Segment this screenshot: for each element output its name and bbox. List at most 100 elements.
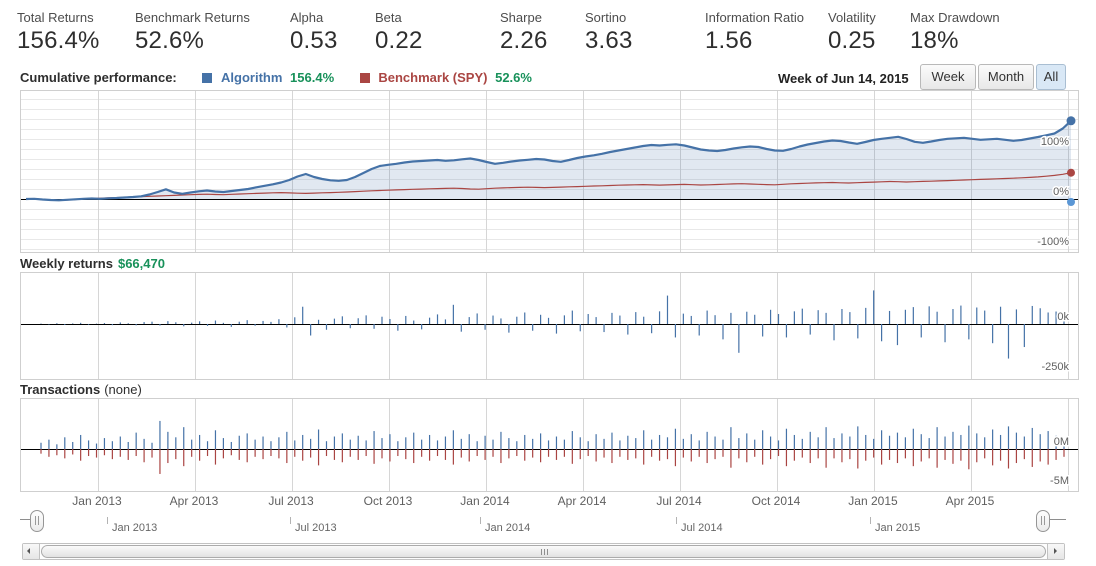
x-axis-label: Oct 2014 [752,494,801,508]
range-button-all[interactable]: All [1036,64,1066,90]
transactions-plot[interactable]: 0M -5M [21,399,1078,491]
stat-value: 0.22 [375,27,423,55]
thumb-grip-icon [544,549,545,555]
stat-label: Benchmark Returns [135,10,250,25]
navigator-label: Jul 2014 [681,522,723,534]
stat-value: 2.26 [500,27,548,55]
navigator-tick [480,517,481,524]
weekly-returns-label: Weekly returns [20,256,113,271]
stat-value: 18% [910,27,1000,55]
stat-label: Sharpe [500,10,548,25]
x-axis-label: Oct 2013 [364,494,413,508]
bars [41,449,1064,474]
navigator-outline-right [1050,519,1066,520]
range-button-month[interactable]: Month [978,64,1034,90]
horizontal-scrollbar[interactable] [22,543,1065,560]
navigator-left-handle[interactable] [30,510,44,532]
weekly-returns-value: $66,470 [118,256,165,271]
stat-total-returns: Total Returns 156.4% [17,10,100,55]
stat-label: Information Ratio [705,10,804,25]
performance-title: Cumulative performance: [20,70,177,85]
stat-beta: Beta 0.22 [375,10,423,55]
stat-value: 1.56 [705,27,804,55]
stat-value: 0.53 [290,27,338,55]
scrollbar-thumb[interactable] [41,545,1046,558]
navigator-label: Jul 2013 [295,522,337,534]
stat-information-ratio: Information Ratio 1.56 [705,10,804,55]
algorithm-swatch-icon [202,73,212,83]
stat-label: Max Drawdown [910,10,1000,25]
range-navigator[interactable]: Jan 2013 Jul 2013 Jan 2014 Jul 2014 Jan 2015 [20,515,1066,542]
transactions-title: Transactions (none) [20,382,142,397]
cumulative-performance-plot[interactable]: 100% 0% -100% [21,91,1078,252]
navigator-right-handle[interactable] [1036,510,1050,532]
y-axis-label: 0k [1057,311,1069,323]
stat-alpha: Alpha 0.53 [290,10,338,55]
range-button-week[interactable]: Week [920,64,976,90]
x-axis-label: Apr 2014 [558,494,607,508]
legend-algorithm[interactable]: Algorithm 156.4% [202,70,337,85]
navigator-label: Jan 2014 [485,522,530,534]
x-axis-label: Jan 2013 [72,494,121,508]
navigator-tick [290,517,291,524]
x-axis-labels: Jan 2013 Apr 2013 Jul 2013 Oct 2013 Jan 2014… [20,494,1077,510]
navigator-tick [107,517,108,524]
y-axis-label: -250k [1041,361,1069,373]
y-axis-label: 100% [1041,136,1069,148]
stat-volatility: Volatility 0.25 [828,10,876,55]
x-axis-label: Jan 2014 [460,494,509,508]
cumulative-performance-chart[interactable]: 100% 0% -100% [20,90,1079,253]
transactions-chart[interactable]: 0M -5M [20,398,1079,492]
weekly-returns-plot[interactable]: 0k -250k [21,273,1078,379]
x-axis-label: Apr 2015 [946,494,995,508]
selected-week-label: Week of Jun 14, 2015 [778,71,909,86]
bars [41,421,1064,449]
weekly-returns-title: Weekly returns $66,470 [20,256,165,271]
stat-value: 52.6% [135,27,250,55]
x-axis-label: Jul 2014 [656,494,701,508]
scroll-right-button[interactable] [1047,544,1064,559]
navigator-label: Jan 2015 [875,522,920,534]
navigator-label: Jan 2013 [112,522,157,534]
stat-label: Beta [375,10,423,25]
transactions-label: Transactions [20,382,100,397]
x-axis-label: Apr 2013 [170,494,219,508]
x-axis-label: Jul 2013 [268,494,313,508]
benchmark-swatch-icon [360,73,370,83]
performance-header: Cumulative performance: Algorithm 156.4%… [20,70,532,85]
navigator-tick [676,517,677,524]
legend-benchmark[interactable]: Benchmark (SPY) 52.6% [360,70,532,85]
x-axis-label: Jan 2015 [848,494,897,508]
right-arrow-icon [1054,548,1057,554]
benchmark-end-dot[interactable] [1067,169,1075,177]
y-axis-label: 0% [1053,186,1069,198]
stat-label: Alpha [290,10,338,25]
stat-max-drawdown: Max Drawdown 18% [910,10,1000,55]
legend-benchmark-value: 52.6% [495,70,532,85]
stat-value: 156.4% [17,27,100,55]
stat-label: Total Returns [17,10,100,25]
algorithm-end-dot[interactable] [1067,116,1076,125]
stat-sortino: Sortino 3.63 [585,10,633,55]
thumb-grip-icon [547,549,548,555]
left-arrow-icon [27,548,30,554]
stat-value: 3.63 [585,27,633,55]
stat-sharpe: Sharpe 2.26 [500,10,548,55]
stat-label: Sortino [585,10,633,25]
y-axis-label: -100% [1037,236,1069,248]
legend-benchmark-name: Benchmark (SPY) [378,70,487,85]
scroll-left-button[interactable] [23,544,40,559]
stat-value: 0.25 [828,27,876,55]
week-start-marker[interactable] [1067,198,1075,206]
stat-label: Volatility [828,10,876,25]
stat-benchmark-returns: Benchmark Returns 52.6% [135,10,250,55]
weekly-returns-chart[interactable]: 0k -250k [20,272,1079,380]
legend-algorithm-value: 156.4% [290,70,334,85]
thumb-grip-icon [541,549,542,555]
legend-algorithm-name: Algorithm [221,70,282,85]
navigator-tick [870,517,871,524]
y-axis-label: 0M [1054,436,1069,448]
transactions-suffix: (none) [104,382,142,397]
backtest-dashboard: Total Returns 156.4% Benchmark Returns 52.… [0,0,1096,566]
y-axis-label: -5M [1050,475,1069,487]
